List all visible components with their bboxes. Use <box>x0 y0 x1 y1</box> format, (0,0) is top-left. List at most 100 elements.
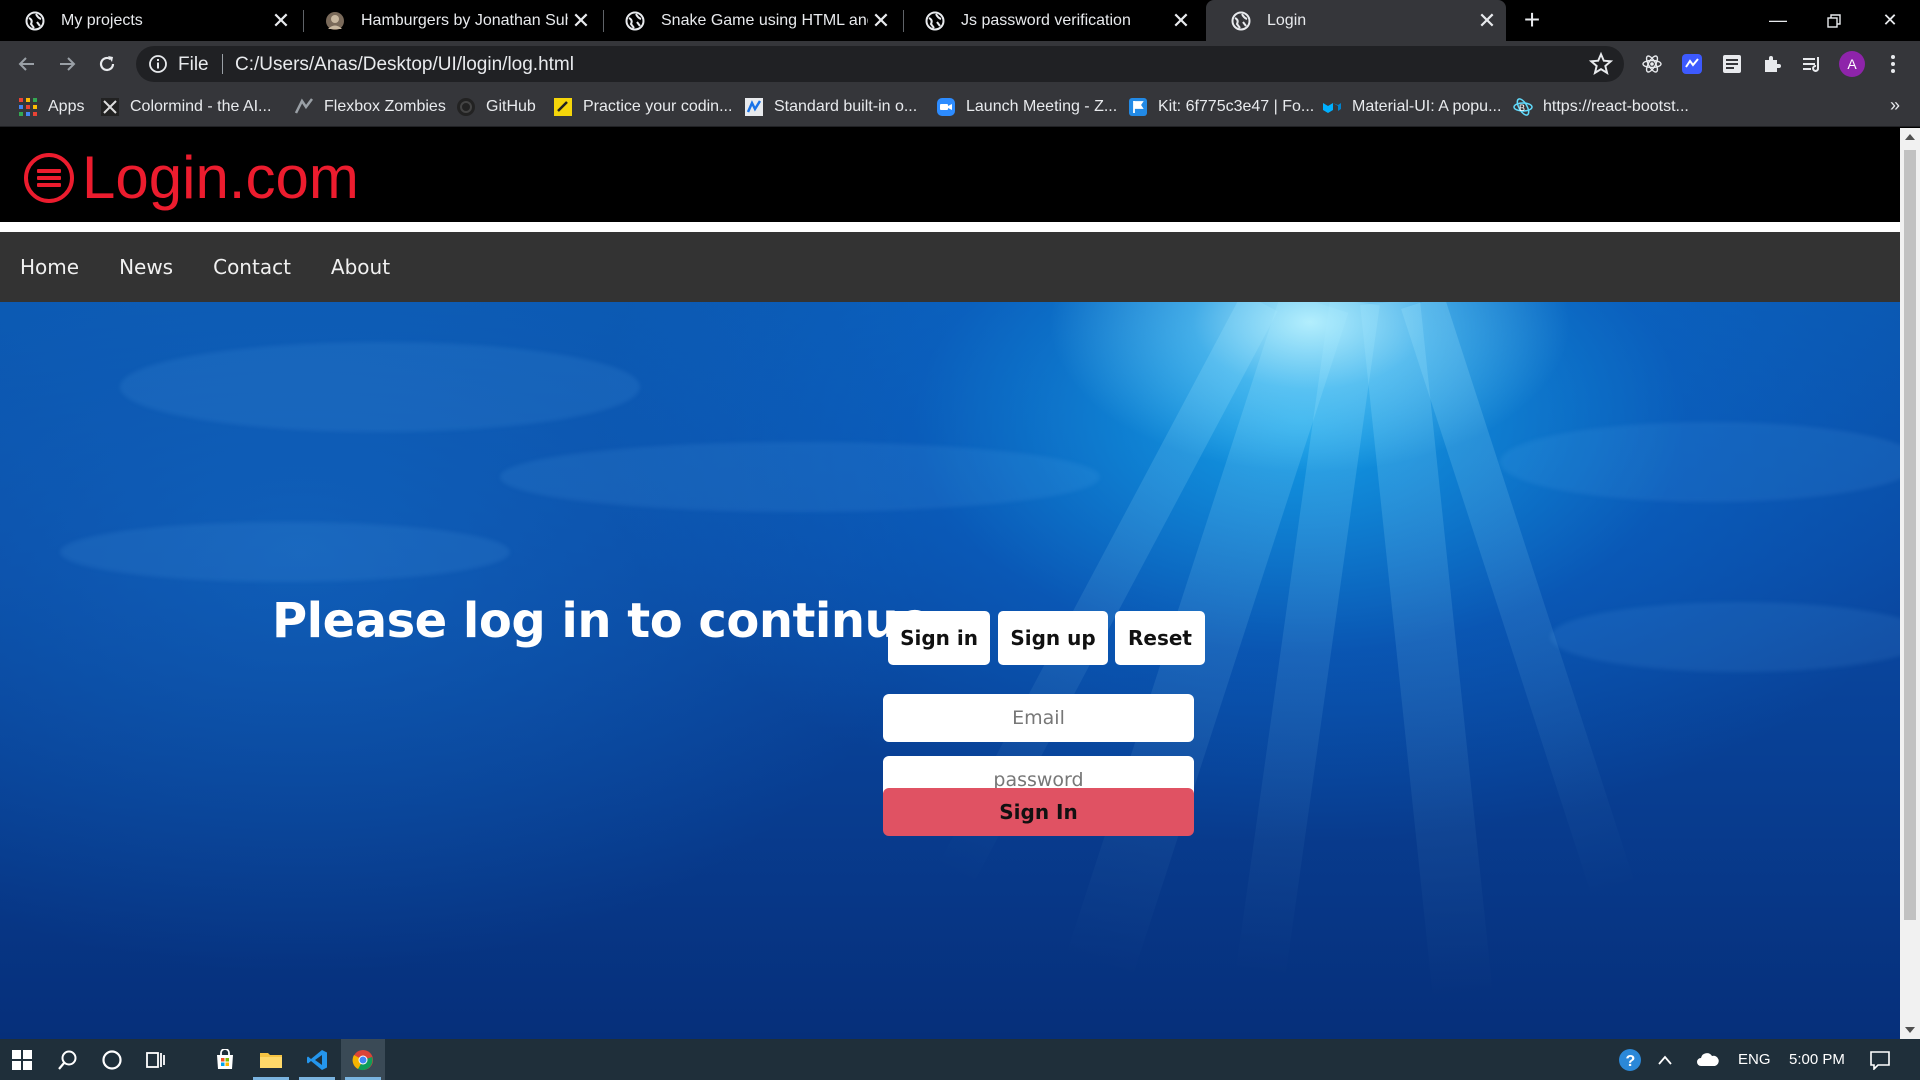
file-explorer-icon[interactable] <box>249 1039 293 1080</box>
bookmark-label: Flexbox Zombies <box>324 98 446 115</box>
language-indicator[interactable]: ENG <box>1738 1039 1771 1080</box>
bookmark-react-bootstrap[interactable]: B https://react-bootst... <box>1513 95 1689 119</box>
site-info-icon[interactable] <box>148 54 168 74</box>
browser-toolbar: File C:/Users/Anas/Desktop/UI/login/log.… <box>0 41 1920 87</box>
reload-icon[interactable] <box>93 50 121 78</box>
restore-icon[interactable] <box>1806 0 1862 41</box>
nav-link-news[interactable]: News <box>119 255 173 279</box>
bookmark-colormind[interactable]: Colormind - the AI... <box>100 95 271 119</box>
task-view-icon[interactable] <box>134 1039 178 1080</box>
bookmark-github[interactable]: GitHub <box>456 95 536 119</box>
bookmark-label: https://react-bootst... <box>1543 98 1689 115</box>
minimize-icon[interactable]: — <box>1750 0 1806 41</box>
colormind-icon <box>101 98 119 116</box>
logo-text: Login.com <box>82 144 359 211</box>
email-field[interactable] <box>883 694 1194 742</box>
page-scrollbar[interactable] <box>1900 128 1920 1039</box>
bookmark-launch-meeting[interactable]: Launch Meeting - Z... <box>936 95 1117 119</box>
browser-tab-snake-game[interactable]: Snake Game using HTML and Jav ✕ <box>600 0 900 41</box>
tab-title: Hamburgers by Jonathan Suh <box>361 11 568 29</box>
water-ripple <box>500 442 1100 512</box>
bookmark-label: Practice your codin... <box>583 98 733 115</box>
clock[interactable]: 5:00 PM <box>1789 1039 1845 1080</box>
chrome-icon[interactable] <box>341 1039 385 1080</box>
globe-icon <box>625 11 645 30</box>
codewars-icon <box>554 98 572 116</box>
notifications-icon[interactable] <box>1858 1039 1902 1080</box>
back-arrow-icon[interactable] <box>13 50 41 78</box>
github-icon <box>457 98 475 116</box>
tab-close-icon[interactable]: ✕ <box>268 8 294 34</box>
globe-icon <box>25 11 45 30</box>
windows-taskbar: ? ENG 5:00 PM <box>0 1039 1920 1080</box>
microsoft-store-icon[interactable] <box>203 1039 247 1080</box>
bookmark-practice-coding[interactable]: Practice your codin... <box>553 95 732 119</box>
underwater-background <box>0 302 1900 1039</box>
reset-tab-button[interactable]: Reset <box>1115 611 1205 665</box>
tab-close-icon[interactable]: ✕ <box>868 8 894 34</box>
flexbox-zombies-icon <box>294 98 313 114</box>
bookmark-kit-fontawesome[interactable]: Kit: 6f775c3e47 | Fo... <box>1128 95 1314 119</box>
site-header: Login.com <box>0 128 1900 222</box>
address-url[interactable]: C:/Users/Anas/Desktop/UI/login/log.html <box>235 54 574 76</box>
scroll-up-arrow-icon[interactable] <box>1905 134 1915 140</box>
globe-icon <box>1231 11 1251 30</box>
sign-in-submit-button[interactable]: Sign In <box>883 788 1194 836</box>
tab-title: Js password verification <box>961 11 1131 29</box>
tray-chevron-up-icon[interactable] <box>1648 1039 1682 1080</box>
browser-tab-my-projects[interactable]: My projects ✕ <box>0 0 300 41</box>
tab-title: Login <box>1267 11 1307 29</box>
tab-close-icon[interactable]: ✕ <box>568 8 594 34</box>
windows-start-icon[interactable] <box>0 1039 44 1080</box>
bookmark-star-icon[interactable] <box>1588 51 1614 77</box>
nav-link-home[interactable]: Home <box>20 255 79 279</box>
scrollbar-thumb[interactable] <box>1904 150 1916 920</box>
browser-tab-password-verification[interactable]: Js password verification ✕ <box>900 0 1200 41</box>
avatar-favicon-icon <box>326 11 344 30</box>
bookmark-label: Material-UI: A popu... <box>1352 98 1502 115</box>
react-bootstrap-icon: B <box>1513 98 1533 116</box>
bookmarks-overflow-icon[interactable]: » <box>1890 95 1900 116</box>
tab-close-icon[interactable]: ✕ <box>1474 8 1500 34</box>
browser-tab-strip: My projects ✕ Hamburgers by Jonathan Suh… <box>0 0 1920 41</box>
window-close-icon[interactable]: ✕ <box>1862 0 1918 41</box>
mdn-icon <box>745 98 763 116</box>
scroll-down-arrow-icon[interactable] <box>1905 1027 1915 1033</box>
address-bar[interactable]: File C:/Users/Anas/Desktop/UI/login/log.… <box>136 46 1624 82</box>
extension-blue-icon[interactable] <box>1678 50 1706 78</box>
hamburger-menu-icon[interactable] <box>22 151 76 205</box>
sign-up-tab-button[interactable]: Sign up <box>998 611 1108 665</box>
reader-mode-icon[interactable] <box>1718 50 1746 78</box>
zoom-icon <box>937 98 955 116</box>
nav-link-contact[interactable]: Contact <box>213 255 291 279</box>
extensions-puzzle-icon[interactable] <box>1758 50 1786 78</box>
fontawesome-flag-icon <box>1129 98 1147 116</box>
profile-avatar[interactable]: A <box>1839 51 1865 77</box>
vscode-icon[interactable] <box>295 1039 339 1080</box>
bookmark-flexbox-zombies[interactable]: Flexbox Zombies <box>294 95 446 119</box>
new-tab-button[interactable]: + <box>1518 6 1546 34</box>
svg-text:?: ? <box>1626 1053 1636 1070</box>
cortana-icon[interactable] <box>90 1039 134 1080</box>
tab-title: My projects <box>61 11 143 29</box>
browser-tab-hamburgers[interactable]: Hamburgers by Jonathan Suh ✕ <box>300 0 600 41</box>
nav-link-about[interactable]: About <box>331 255 390 279</box>
bookmark-label: GitHub <box>486 98 536 115</box>
sign-in-tab-button[interactable]: Sign in <box>888 611 990 665</box>
bookmark-apps[interactable]: Apps <box>18 95 84 119</box>
site-logo[interactable]: Login.com <box>22 148 359 208</box>
bookmark-material-ui[interactable]: Material-UI: A popu... <box>1322 95 1501 119</box>
browser-menu-icon[interactable] <box>1879 50 1907 78</box>
media-queue-icon[interactable] <box>1798 50 1826 78</box>
bookmark-label: Apps <box>48 98 85 115</box>
bookmark-label: Launch Meeting - Z... <box>966 98 1118 115</box>
search-icon[interactable] <box>46 1039 90 1080</box>
react-devtools-icon[interactable] <box>1638 50 1666 78</box>
tab-close-icon[interactable]: ✕ <box>1168 8 1194 34</box>
page-viewport: Login.com Home News Contact About Please… <box>0 128 1900 1039</box>
onedrive-cloud-icon[interactable] <box>1688 1039 1728 1080</box>
bookmark-standard-built-in[interactable]: Standard built-in o... <box>744 95 917 119</box>
browser-tab-login[interactable]: Login ✕ <box>1206 0 1506 41</box>
forward-arrow-icon[interactable] <box>53 50 81 78</box>
help-icon[interactable]: ? <box>1608 1039 1652 1080</box>
